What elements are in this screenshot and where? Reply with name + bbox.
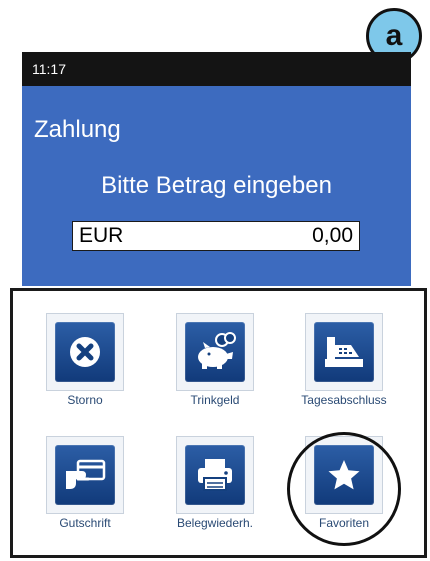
storno-button[interactable]: Storno (40, 313, 130, 407)
trinkgeld-button[interactable]: Trinkgeld (170, 313, 260, 407)
belegwiederholung-label: Belegwiederh. (176, 516, 254, 530)
gutschrift-button[interactable]: Gutschrift (40, 436, 130, 530)
gutschrift-label: Gutschrift (59, 516, 111, 530)
page-title: Zahlung (34, 116, 121, 143)
piggy-bank-icon (198, 332, 236, 369)
card-payment-icon (66, 459, 106, 489)
storno-label: Storno (67, 393, 103, 407)
amount-value: 0,00 (312, 224, 353, 247)
currency-label: EUR (79, 224, 124, 247)
status-time: 11:17 (32, 61, 66, 77)
amount-input[interactable]: EUR 0,00 (72, 221, 360, 251)
tagesabschluss-label: Tagesabschluss (301, 393, 387, 407)
payment-panel: Zahlung Bitte Betrag eingeben EUR 0,00 (22, 86, 411, 286)
trinkgeld-label: Trinkgeld (190, 393, 240, 407)
tagesabschluss-button[interactable]: Tagesabschluss (299, 313, 389, 407)
cancel-x-icon (70, 337, 100, 367)
status-bar: 11:17 (22, 52, 411, 86)
printer-icon (198, 459, 232, 491)
amount-prompt: Bitte Betrag eingeben (101, 172, 332, 199)
belegwiederholung-button[interactable]: Belegwiederh. (170, 436, 260, 530)
cash-register-icon (325, 337, 363, 367)
highlight-circle (287, 432, 401, 546)
